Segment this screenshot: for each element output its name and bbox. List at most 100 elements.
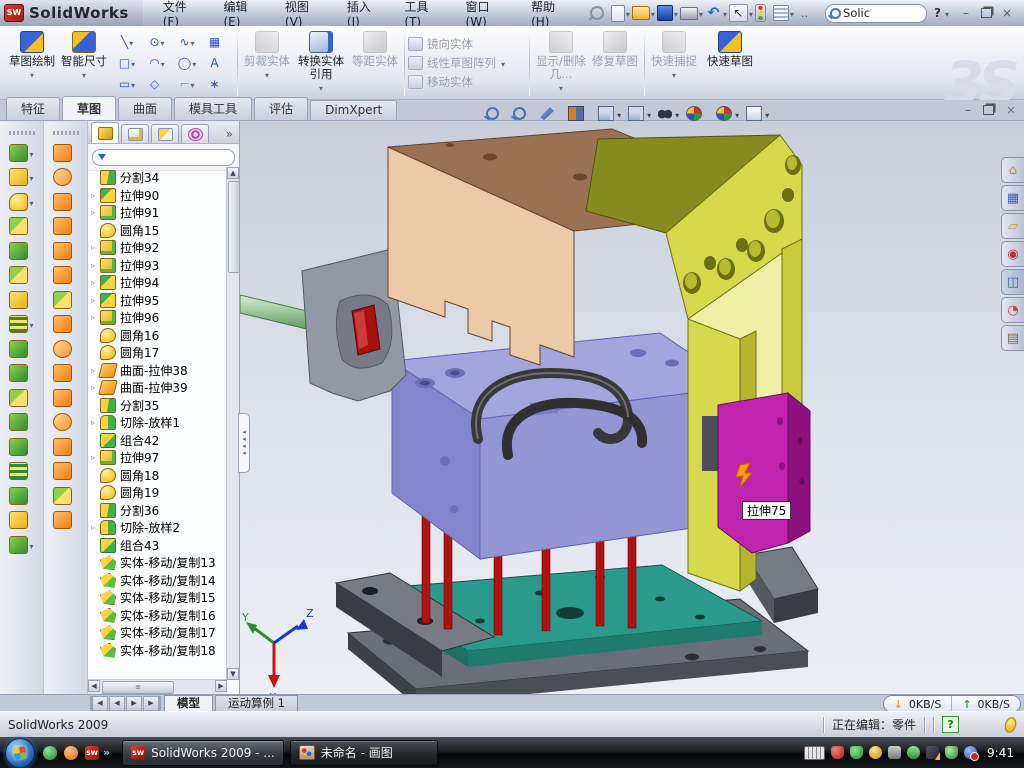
tree-item[interactable]: 曲面-拉伸38 bbox=[88, 362, 227, 380]
rib-tool[interactable] bbox=[9, 340, 33, 358]
configurationmanager-tab[interactable] bbox=[151, 124, 179, 143]
trim-entities-button[interactable]: 剪裁实体 bbox=[241, 26, 293, 99]
options-button[interactable] bbox=[773, 5, 794, 21]
hide-show-items-icon[interactable] bbox=[658, 107, 679, 121]
dropdown-icon[interactable] bbox=[28, 195, 33, 209]
expand-icon[interactable] bbox=[91, 523, 100, 532]
dropdown-icon[interactable] bbox=[28, 146, 33, 160]
dropdown-icon[interactable] bbox=[28, 538, 33, 552]
freeform-tool[interactable] bbox=[53, 487, 77, 505]
rectangle-tool-icon[interactable]: □ bbox=[112, 52, 142, 73]
dropdown-icon[interactable] bbox=[673, 6, 678, 20]
offset-entities-button[interactable]: 等距实体 bbox=[349, 26, 401, 99]
mold-folder-tool[interactable] bbox=[53, 144, 77, 162]
tree-item[interactable]: 拉伸95 bbox=[88, 292, 227, 310]
save-button[interactable] bbox=[657, 5, 678, 21]
tree-item[interactable]: 圆角15 bbox=[88, 222, 227, 240]
section-view-icon[interactable] bbox=[568, 106, 591, 121]
spline-feature-tool[interactable] bbox=[9, 536, 33, 554]
start-button[interactable] bbox=[5, 738, 35, 768]
extruded-boss-tool[interactable] bbox=[9, 144, 33, 162]
tree-item[interactable]: 拉伸94 bbox=[88, 274, 227, 292]
sketch-text-tool-icon[interactable]: A bbox=[202, 52, 232, 73]
smart-dimension-button[interactable]: 智能尺寸 bbox=[58, 26, 110, 99]
custom-properties-tab[interactable]: ▤ bbox=[1001, 325, 1024, 351]
tree-item[interactable]: 分割35 bbox=[88, 397, 227, 415]
messenger-quicklaunch-icon[interactable] bbox=[43, 746, 57, 760]
design-library-tab[interactable]: ▦ bbox=[1001, 185, 1024, 211]
move-entities-button[interactable]: 移动实体 bbox=[408, 74, 526, 90]
dropdown-icon[interactable] bbox=[28, 317, 33, 331]
scroll-down-icon[interactable]: ▼ bbox=[227, 668, 239, 680]
tree-item[interactable]: 圆角18 bbox=[88, 467, 227, 485]
ribbon-tab[interactable]: 曲面 bbox=[118, 97, 172, 120]
linear-pattern-tool[interactable] bbox=[9, 315, 33, 333]
print-button[interactable] bbox=[680, 6, 703, 20]
dropdown-icon[interactable] bbox=[500, 56, 505, 70]
sketch-fillet-tool-icon[interactable]: ⌐ bbox=[172, 73, 202, 94]
quick-tip-icon[interactable] bbox=[1003, 715, 1018, 734]
quick-launch-overflow-icon[interactable]: » bbox=[103, 746, 110, 759]
tree-item[interactable]: 分割34 bbox=[88, 169, 227, 187]
ribbon-tab[interactable]: 评估 bbox=[254, 97, 308, 120]
tree-item[interactable]: 组合43 bbox=[88, 537, 227, 555]
dropdown-icon[interactable] bbox=[674, 107, 679, 121]
planar-surface-tool[interactable] bbox=[53, 315, 77, 333]
upload-manager-icon[interactable] bbox=[907, 746, 920, 759]
scroll-left-icon[interactable]: ◀ bbox=[88, 680, 100, 692]
tree-item[interactable]: 分割36 bbox=[88, 502, 227, 520]
tree-item[interactable]: 拉伸97 bbox=[88, 449, 227, 467]
selection-grid-icon[interactable]: ▦ bbox=[202, 31, 232, 52]
doc-close-button[interactable]: × bbox=[1006, 103, 1016, 117]
launcher-quicklaunch-icon[interactable] bbox=[64, 746, 78, 760]
ellipse-tool-icon[interactable]: ◯ bbox=[172, 52, 202, 73]
scroll-right-icon[interactable]: ▶ bbox=[215, 680, 227, 692]
search-input[interactable]: Solic bbox=[825, 4, 927, 23]
ribbon-tab[interactable]: 模具工具 bbox=[174, 97, 252, 120]
network-warning-icon[interactable] bbox=[926, 746, 939, 759]
draft-tool[interactable] bbox=[9, 364, 33, 382]
linear-pattern-button[interactable]: 线性草图阵列 bbox=[408, 55, 526, 71]
ribbon-tab[interactable]: DimXpert bbox=[310, 100, 397, 120]
tree-item[interactable]: 拉伸96 bbox=[88, 309, 227, 327]
replace-face-tool[interactable] bbox=[53, 438, 77, 456]
helix-tool[interactable] bbox=[9, 487, 33, 505]
motion-study-tab[interactable]: 运动算例 1 bbox=[215, 695, 298, 712]
help-button[interactable]: ? bbox=[934, 6, 941, 20]
hscroll-thumb[interactable]: ≡ bbox=[102, 681, 174, 694]
tree-item[interactable]: 实体-移动/复制18 bbox=[88, 642, 227, 660]
dropdown-icon[interactable] bbox=[646, 107, 651, 121]
delete-face-tool[interactable] bbox=[53, 413, 77, 431]
last-tab-icon[interactable]: ▶ bbox=[143, 696, 161, 711]
polygon-tool-icon[interactable]: ◇ bbox=[142, 73, 172, 94]
first-tab-icon[interactable]: ◀ bbox=[90, 696, 108, 711]
expand-icon[interactable] bbox=[91, 243, 100, 252]
undo-button[interactable]: ↶ bbox=[705, 5, 727, 21]
tree-item[interactable]: 切除-放样1 bbox=[88, 414, 227, 432]
convert-entities-button[interactable]: 转换实体引用 bbox=[293, 26, 349, 99]
restore-button[interactable] bbox=[981, 8, 992, 18]
parting-line-tool[interactable] bbox=[53, 168, 77, 186]
point-tool-icon[interactable]: ∗ bbox=[202, 73, 232, 94]
edit-appearance-icon[interactable] bbox=[686, 106, 709, 121]
dropdown-icon[interactable] bbox=[698, 6, 703, 20]
status-help-icon[interactable]: ? bbox=[942, 716, 959, 733]
spline-tool-icon[interactable]: ∿ bbox=[172, 31, 202, 52]
messenger-status-icon[interactable] bbox=[964, 746, 977, 759]
apply-scene-icon[interactable] bbox=[716, 106, 739, 121]
dropdown-icon[interactable] bbox=[722, 6, 727, 20]
mirror-entities-button[interactable]: 镜向实体 bbox=[408, 36, 526, 52]
dropdown-icon[interactable] bbox=[748, 6, 753, 20]
security-center-icon[interactable] bbox=[850, 746, 863, 759]
dropdown-icon[interactable] bbox=[764, 107, 769, 121]
offset-surface-tool[interactable] bbox=[53, 389, 77, 407]
tree-item[interactable]: 拉伸93 bbox=[88, 257, 227, 275]
dropdown-icon[interactable] bbox=[734, 107, 739, 121]
pin-icon[interactable] bbox=[590, 6, 609, 20]
tree-item[interactable]: 拉伸92 bbox=[88, 239, 227, 257]
rapid-sketch-button[interactable]: 快速草图 bbox=[704, 26, 756, 99]
ruled-surface-tool[interactable] bbox=[53, 462, 77, 480]
repair-sketch-button[interactable]: 修复草图 bbox=[589, 26, 641, 99]
dropdown-icon[interactable] bbox=[625, 6, 630, 20]
trim-surface-tool[interactable] bbox=[53, 511, 77, 529]
